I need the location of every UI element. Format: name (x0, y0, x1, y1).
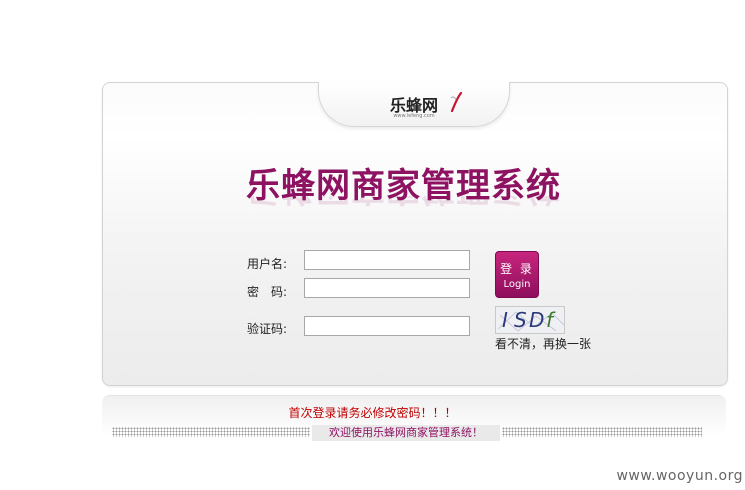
username-label: 用户名: (247, 257, 288, 271)
login-button-label: 登 录 (500, 262, 534, 276)
captcha-char: S (514, 308, 527, 332)
login-button-sublabel: Login (503, 279, 531, 290)
password-label: 密 码: (247, 285, 288, 299)
dotted-divider-right (502, 427, 702, 437)
captcha-char: f (546, 308, 554, 332)
password-notice: 首次登录请务必修改密码！！！ (288, 406, 457, 420)
captcha-char: I (502, 308, 508, 332)
login-panel (102, 82, 728, 386)
captcha-char: D (529, 308, 545, 332)
username-input[interactable] (304, 250, 470, 270)
page-title-reflection: 乐蜂网商家管理系统 (246, 196, 586, 216)
dotted-divider-left (112, 427, 310, 437)
captcha-label: 验证码: (247, 322, 288, 336)
logo-url: www.lefeng.com (393, 113, 435, 119)
refresh-captcha-link[interactable]: 看不清，再换一张 (495, 335, 591, 352)
bee-logo-icon (450, 92, 463, 112)
captcha-input[interactable] (304, 316, 470, 336)
password-input[interactable] (304, 278, 470, 298)
login-button[interactable]: 登 录 Login (495, 251, 539, 298)
captcha-image[interactable]: I S D f (495, 306, 565, 334)
logo-tab: 乐蜂网 www.lefeng.com (318, 82, 510, 127)
welcome-message: 欢迎使用乐蜂网商家管理系统！ (312, 425, 500, 441)
watermark: www.wooyun.org (616, 468, 743, 484)
